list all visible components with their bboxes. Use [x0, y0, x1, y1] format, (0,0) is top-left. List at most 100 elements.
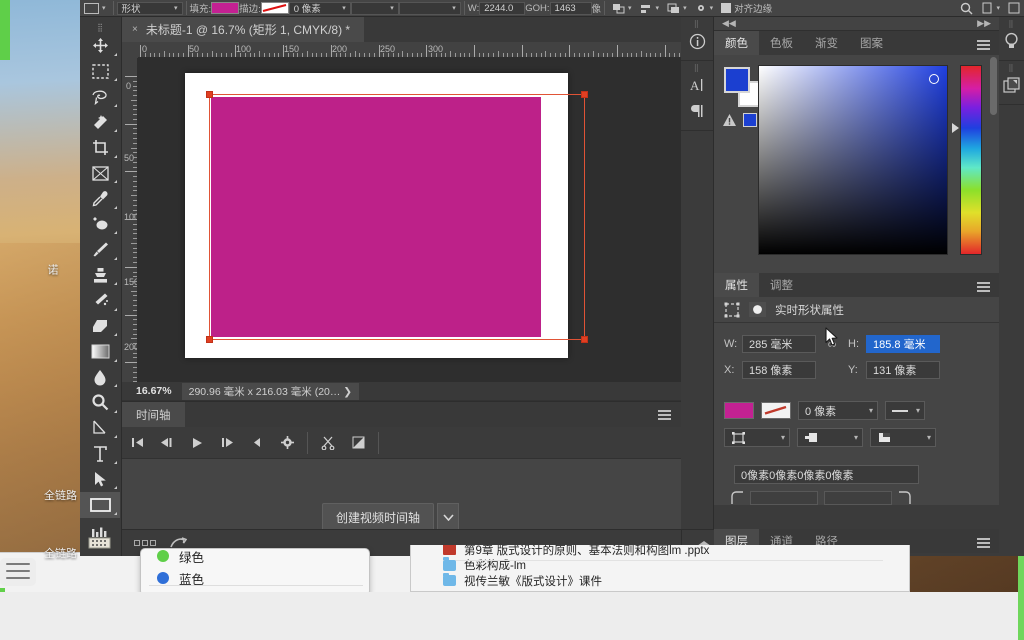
info-icon[interactable] — [681, 28, 713, 54]
timeline-view-icon[interactable] — [134, 540, 156, 546]
edit-toolbar-button[interactable] — [88, 526, 114, 552]
handle-bottom-left[interactable] — [206, 336, 213, 343]
properties-panel-menu-icon[interactable] — [977, 282, 990, 294]
handle-bottom-right[interactable] — [581, 336, 588, 343]
color-field-marker[interactable] — [929, 74, 939, 84]
previous-frame-button[interactable] — [152, 427, 182, 459]
document-tab[interactable]: × 未标题-1 @ 16.7% (矩形 1, CMYK/8) * — [122, 17, 365, 42]
link-dimensions-icon[interactable]: ∞ — [822, 337, 842, 351]
corner-radius-row[interactable]: 0像素0像素0像素0像素 — [714, 465, 999, 484]
type-tool[interactable] — [80, 441, 120, 467]
history-brush-tool[interactable] — [80, 288, 120, 314]
tab-properties[interactable]: 属性 — [714, 273, 759, 297]
rail-grip-4[interactable]: ⣿ — [999, 64, 1024, 72]
path-alignment-button[interactable]: ▾ — [636, 0, 664, 16]
pen-tool[interactable] — [80, 416, 120, 442]
color-panel-tabs[interactable]: 颜色 色板 渐变 图案 — [714, 31, 999, 55]
go-to-first-frame-button[interactable] — [122, 427, 152, 459]
stroke-cap-select[interactable]: ▾ — [797, 428, 863, 447]
eyedropper-tool[interactable] — [80, 186, 120, 212]
tool-preset-picker[interactable]: ▾ — [80, 0, 110, 16]
prop-x-input[interactable]: 158 像素 — [742, 361, 816, 379]
path-operations-button[interactable]: ▾ — [608, 0, 636, 16]
wechat-notification-strip[interactable]: 艺传学院教师工作 12:44:08 艺传-陈广明院长: 撤回了一条消息 — [0, 592, 1018, 640]
path-arrangement-button[interactable]: ▾ — [663, 0, 691, 16]
play-button[interactable] — [182, 427, 212, 459]
close-icon[interactable]: × — [132, 24, 138, 35]
create-video-timeline-group[interactable]: 创建视频时间轴 — [322, 503, 460, 532]
lightbulb-icon[interactable] — [999, 28, 1024, 54]
rail-group-type[interactable]: ⣿ A — [681, 61, 713, 131]
shape-mode-select[interactable]: 形状 ▾ — [116, 1, 183, 15]
timeline-controls[interactable] — [122, 427, 681, 459]
stroke-swatch[interactable] — [260, 2, 289, 14]
rail-group-info[interactable]: ⣿ — [681, 17, 713, 61]
status-bar[interactable]: 16.67% 290.96 毫米 x 216.03 毫米 (20… ❯ — [122, 382, 681, 400]
handle-top-right[interactable] — [581, 91, 588, 98]
properties-panel-tabs[interactable]: 属性 调整 — [714, 273, 999, 297]
position-row[interactable]: X: 158 像素 Y: 131 像素 — [724, 361, 989, 379]
rail-grip-3[interactable]: ⣿ — [999, 20, 1024, 28]
timeline-settings-button[interactable] — [272, 427, 302, 459]
create-video-timeline-button[interactable]: 创建视频时间轴 — [322, 503, 435, 532]
shape-settings-button[interactable]: ▾ — [691, 0, 718, 16]
canvas-area[interactable]: 0 50 100 150 200 250 300 0 50 100 150 20… — [122, 42, 681, 396]
tab-adjustments[interactable]: 调整 — [759, 273, 804, 297]
desktop-menu-widget[interactable] — [0, 558, 36, 586]
gamut-warning-swatch[interactable] — [743, 113, 757, 127]
clone-stamp-tool[interactable] — [80, 263, 120, 289]
width-height-row[interactable]: W: 285 毫米 ∞ H: 185.8 毫米 — [724, 335, 989, 353]
tab-gradients[interactable]: 渐变 — [804, 31, 849, 55]
list-item[interactable]: 视传兰敏《版式设计》课件 — [411, 572, 909, 589]
color-tag-menu[interactable]: 绿色 蓝色 — [140, 548, 370, 596]
handle-top-left[interactable] — [206, 91, 213, 98]
crop-tool[interactable] — [80, 135, 120, 161]
dock-collapse-bar[interactable]: ◀◀ ▶▶ — [714, 17, 999, 31]
prop-stroke-width-select[interactable]: 0 像素 ▾ — [798, 401, 878, 420]
width-input[interactable]: 2244.0 — [479, 1, 526, 15]
move-tool[interactable] — [80, 33, 120, 59]
rail-group-libraries[interactable]: ⣿ — [999, 61, 1024, 105]
align-edges-checkbox[interactable]: 对齐边缘 — [717, 0, 776, 16]
prop-y-input[interactable]: 131 像素 — [866, 361, 940, 379]
corner-radius-input[interactable]: 0像素0像素0像素0像素 — [734, 465, 919, 484]
libraries-icon[interactable] — [999, 72, 1024, 98]
transition-button[interactable] — [343, 427, 373, 459]
tab-swatches[interactable]: 色板 — [759, 31, 804, 55]
fill-swatch[interactable] — [211, 2, 240, 14]
prop-stroke-swatch[interactable] — [761, 402, 791, 419]
tools-grip[interactable]: ⣿ — [80, 23, 121, 33]
prop-stroke-style-select[interactable]: ▾ — [885, 401, 925, 420]
magic-wand-tool[interactable] — [80, 110, 120, 136]
properties-panel[interactable]: 实时形状属性 W: 285 毫米 ∞ H: 185.8 毫米 X: 158 像素… — [714, 57, 999, 553]
timeline-tab-bar[interactable]: 时间轴 — [122, 402, 681, 427]
finder-file-list[interactable]: 第9章 版式设计的原则、基本法则和构图lm .pptx 色彩构成-lm 视传兰敏… — [410, 545, 910, 592]
rail-group-discover[interactable]: ⣿ — [999, 17, 1024, 61]
list-item[interactable]: 第9章 版式设计的原则、基本法则和构图lm .pptx — [411, 545, 909, 558]
document-size[interactable]: 290.96 毫米 x 216.03 毫米 (20… ❯ — [181, 382, 360, 400]
gamut-warning-group[interactable] — [722, 113, 757, 127]
eraser-tool[interactable] — [80, 314, 120, 340]
right-icon-rail[interactable]: ⣿ ⣿ — [999, 17, 1024, 556]
rectangle-tool[interactable] — [80, 492, 120, 518]
options-bar[interactable]: ▾ 形状 ▾ 填充: 描边: 0 像素 ▾ ▾ ▾ W: 2244.0 GO H… — [80, 0, 1024, 17]
link-dimensions-button[interactable]: GO — [525, 3, 540, 14]
blur-tool[interactable] — [80, 365, 120, 391]
zoom-level[interactable]: 16.67% — [136, 385, 172, 397]
tools-panel[interactable]: ⣿ — [80, 17, 122, 556]
create-timeline-dropdown[interactable] — [437, 503, 460, 532]
shape-selection-bounds[interactable] — [206, 91, 588, 343]
stroke-corner-select[interactable]: ▾ — [870, 428, 936, 447]
canvas-viewport[interactable] — [138, 58, 681, 396]
frame-tool[interactable] — [80, 161, 120, 187]
horizontal-ruler[interactable]: 0 50 100 150 200 250 300 — [138, 42, 681, 58]
corner-field-2[interactable] — [824, 491, 892, 505]
hue-slider-marker[interactable] — [952, 123, 959, 133]
collapse-right-icon[interactable]: ▶▶ — [977, 18, 991, 29]
prop-height-input[interactable]: 185.8 毫米 — [866, 335, 940, 353]
hue-slider[interactable] — [960, 65, 982, 255]
timeline-menu-icon[interactable] — [658, 410, 671, 422]
lasso-tool[interactable] — [80, 84, 120, 110]
path-selection-tool[interactable] — [80, 467, 120, 493]
character-icon[interactable]: A — [681, 72, 713, 98]
